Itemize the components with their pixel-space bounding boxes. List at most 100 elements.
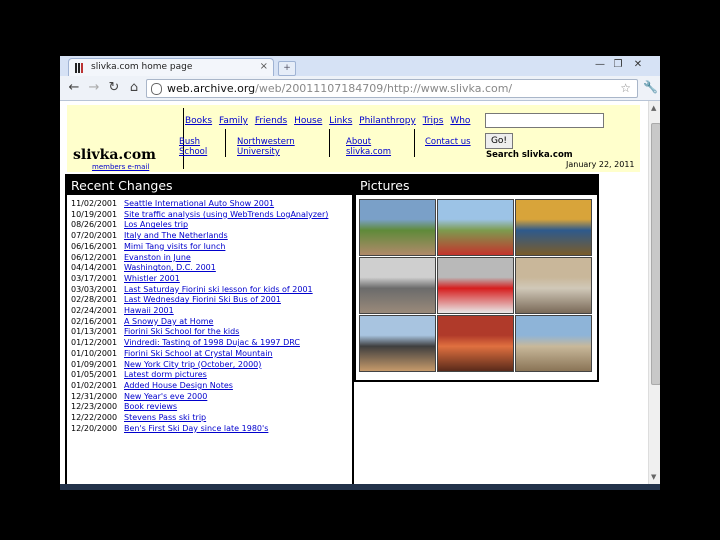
scrollbar-thumb[interactable] [651, 123, 660, 385]
change-date: 12/23/2000 [71, 402, 118, 412]
tab-title: slivka.com home page [91, 62, 193, 72]
change-link[interactable]: Fiorini Ski School at Crystal Mountain [124, 349, 273, 358]
building-sign-photo[interactable] [515, 257, 592, 314]
change-link[interactable]: New Year's eve 2000 [124, 392, 207, 401]
colosseum-photo[interactable] [515, 315, 592, 372]
change-link[interactable]: Added House Design Notes [124, 381, 233, 390]
url-domain: web.archive.org [167, 82, 256, 95]
change-date: 01/02/2001 [71, 380, 118, 390]
minimize-icon[interactable]: — [594, 59, 606, 71]
nav-link-philanthropy[interactable]: Philanthropy [359, 116, 416, 126]
wrench-menu-icon[interactable]: 🔧 [643, 80, 658, 94]
url-path: /web/20011107184709/http://www.slivka.co… [255, 82, 513, 95]
change-link[interactable]: Hawaii 2001 [124, 306, 174, 315]
change-link[interactable]: A Snowy Day at Home [124, 317, 213, 326]
change-link[interactable]: Seattle International Auto Show 2001 [124, 199, 274, 208]
recent-change-row: 01/02/2001 Added House Design Notes [71, 381, 328, 392]
recent-change-row: 10/19/2001 Site traffic analysis (using W… [71, 210, 328, 221]
close-tab-icon[interactable]: × [260, 61, 268, 72]
change-link[interactable]: Washington, D.C. 2001 [124, 263, 216, 272]
change-date: 12/31/2000 [71, 391, 118, 401]
cyclists-photo[interactable] [437, 199, 514, 256]
change-link[interactable]: Last Saturday Fiorini ski lesson for kid… [124, 285, 313, 294]
change-link[interactable]: Los Angeles trip [124, 220, 188, 229]
race-car-photo[interactable] [437, 257, 514, 314]
vertical-scrollbar[interactable]: ▲ ▼ [648, 101, 660, 484]
recent-change-row: 02/24/2001 Hawaii 2001 [71, 306, 328, 317]
northwestern-line2: University [237, 147, 280, 157]
scroll-up-icon[interactable]: ▲ [651, 104, 656, 112]
change-link[interactable]: Stevens Pass ski trip [124, 413, 206, 422]
close-window-icon[interactable]: ✕ [632, 59, 644, 71]
new-tab-button[interactable]: + [278, 61, 296, 76]
recent-change-row: 06/12/2001 Evanston in June [71, 253, 328, 264]
url-text: web.archive.org/web/20011107184709/http:… [167, 82, 512, 95]
members-email-link[interactable]: members e-mail [92, 163, 149, 171]
change-date: 03/03/2001 [71, 284, 118, 294]
scroll-down-icon[interactable]: ▼ [651, 473, 656, 481]
bookmark-star-icon[interactable]: ☆ [620, 81, 631, 95]
pictures-panel: Pictures [354, 174, 599, 382]
nav-link-house[interactable]: House [294, 116, 322, 126]
change-date: 01/10/2001 [71, 348, 118, 358]
home-icon[interactable]: ⌂ [126, 80, 142, 96]
change-date: 12/22/2000 [71, 413, 118, 423]
change-link[interactable]: Site traffic analysis (using WebTrends L… [124, 210, 328, 219]
nav-link-trips[interactable]: Trips [423, 116, 444, 126]
change-date: 11/02/2001 [71, 199, 118, 208]
about-line1: About [346, 137, 372, 147]
page-viewport: slivka.com members e-mail Books Family F… [60, 101, 648, 484]
change-date: 01/09/2001 [71, 359, 118, 369]
address-bar[interactable]: web.archive.org/web/20011107184709/http:… [146, 79, 638, 98]
title-bar: slivka.com home page × + — ❐ ✕ [60, 56, 660, 77]
search-input[interactable] [485, 113, 604, 128]
recent-change-row: 12/23/2000 Book reviews [71, 402, 328, 413]
change-date: 04/14/2001 [71, 263, 118, 273]
about-line2: slivka.com [346, 147, 392, 157]
contact-link[interactable]: Contact us [425, 137, 471, 147]
reload-icon[interactable]: ↻ [106, 80, 122, 96]
restore-icon[interactable]: ❐ [612, 59, 624, 71]
page-icon [151, 83, 162, 95]
garden-photo[interactable] [359, 199, 436, 256]
change-link[interactable]: Ben's First Ski Day since late 1980's [124, 424, 268, 433]
wine-cellar-photo[interactable] [359, 257, 436, 314]
go-button[interactable]: Go! [485, 133, 513, 149]
recent-change-row: 02/28/2001 Last Wednesday Fiorini Ski Bus… [71, 295, 328, 306]
seafood-photo[interactable] [437, 315, 514, 372]
nav-link-links[interactable]: Links [329, 116, 352, 126]
change-link[interactable]: Mimi Tang visits for lunch [124, 242, 225, 251]
site-logo[interactable]: slivka.com [73, 147, 156, 163]
change-link[interactable]: Fiorini Ski School for the kids [124, 327, 239, 336]
change-date: 08/26/2001 [71, 220, 118, 230]
change-link[interactable]: New York City trip (October, 2000) [124, 360, 261, 369]
change-link[interactable]: Vindredi: Tasting of 1998 Dujac & 1997 D… [124, 338, 300, 347]
recent-change-row: 01/09/2001 New York City trip (October, 2… [71, 360, 328, 371]
forward-icon[interactable]: → [86, 80, 102, 96]
nav-link-family[interactable]: Family [219, 116, 248, 126]
recent-change-row: 02/16/2001 A Snowy Day at Home [71, 317, 328, 328]
back-icon[interactable]: ← [66, 80, 82, 96]
change-link[interactable]: Latest dorm pictures [124, 370, 207, 379]
bush-school-line1: Bush [179, 137, 201, 147]
recent-change-row: 03/17/2001 Whistler 2001 [71, 274, 328, 285]
recent-change-row: 07/20/2001 Italy and The Netherlands [71, 231, 328, 242]
about-link[interactable]: About slivka.com [346, 137, 391, 157]
nav-link-who[interactable]: Who [450, 116, 470, 126]
change-link[interactable]: Book reviews [124, 402, 177, 411]
recent-changes-panel: Recent Changes 11/02/2001 Seattle Interna… [65, 174, 354, 484]
nav-link-books[interactable]: Books [185, 116, 212, 126]
painting-photo[interactable] [515, 199, 592, 256]
change-link[interactable]: Italy and The Netherlands [124, 231, 228, 240]
change-date: 02/16/2001 [71, 316, 118, 326]
bush-school-link[interactable]: Bush School [179, 137, 207, 157]
couple-photo[interactable] [359, 315, 436, 372]
change-link[interactable]: Whistler 2001 [124, 274, 180, 283]
change-link[interactable]: Last Wednesday Fiorini Ski Bus of 2001 [124, 295, 281, 304]
change-link[interactable]: Evanston in June [124, 253, 191, 262]
nav-link-friends[interactable]: Friends [255, 116, 287, 126]
northwestern-link[interactable]: Northwestern University [237, 137, 295, 157]
change-date: 06/12/2001 [71, 252, 118, 262]
change-date: 02/24/2001 [71, 306, 118, 316]
browser-tab[interactable]: slivka.com home page × [68, 58, 274, 77]
